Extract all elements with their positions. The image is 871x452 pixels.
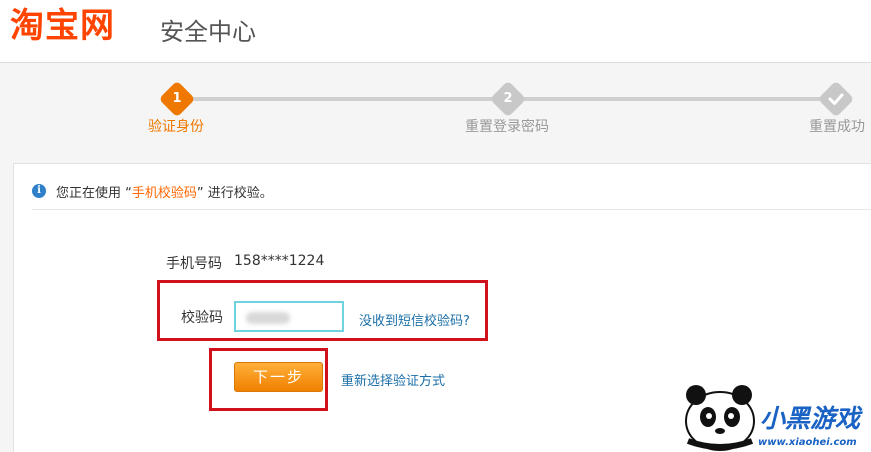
step-connector: [190, 97, 495, 101]
taobao-logo[interactable]: 淘宝网: [10, 6, 115, 46]
notice-text: 您正在使用 “手机校验码” 进行校验。: [56, 182, 273, 201]
xiaohei-watermark: 小黑游戏 www.xiaohei.com: [678, 383, 871, 452]
verification-code-input[interactable]: [234, 301, 344, 332]
phone-value: 158****1224: [234, 253, 325, 269]
info-icon: i: [32, 184, 46, 198]
code-value-blurred: [246, 312, 290, 324]
change-method-link[interactable]: 重新选择验证方式: [341, 370, 445, 389]
notice-method: 手机校验码: [131, 186, 197, 201]
progress-steps: 1 验证身份 2 重置登录密码 重置成功: [0, 63, 871, 163]
resend-code-link[interactable]: 没收到短信校验码?: [359, 310, 470, 329]
notice-prefix: 您正在使用 “: [56, 186, 132, 201]
code-label: 校验码: [181, 310, 223, 326]
notice-suffix: ” 进行校验。: [196, 186, 273, 201]
verification-notice: i 您正在使用 “手机校验码” 进行校验。: [32, 182, 871, 210]
step-connector: [521, 97, 821, 101]
header: 淘宝网 安全中心: [0, 0, 871, 63]
watermark-url: www.xiaohei.com: [758, 437, 857, 448]
phone-label: 手机号码: [166, 256, 222, 272]
check-icon: [823, 86, 849, 112]
watermark-brand: 小黑游戏: [760, 404, 861, 433]
step-number: 2: [503, 91, 513, 106]
step-label: 重置成功: [809, 119, 865, 135]
step-number: 1: [172, 91, 182, 106]
page-title: 安全中心: [160, 18, 256, 46]
next-step-button[interactable]: 下一步: [234, 362, 323, 392]
step-label: 重置登录密码: [465, 119, 549, 135]
step-label: 验证身份: [148, 119, 204, 135]
